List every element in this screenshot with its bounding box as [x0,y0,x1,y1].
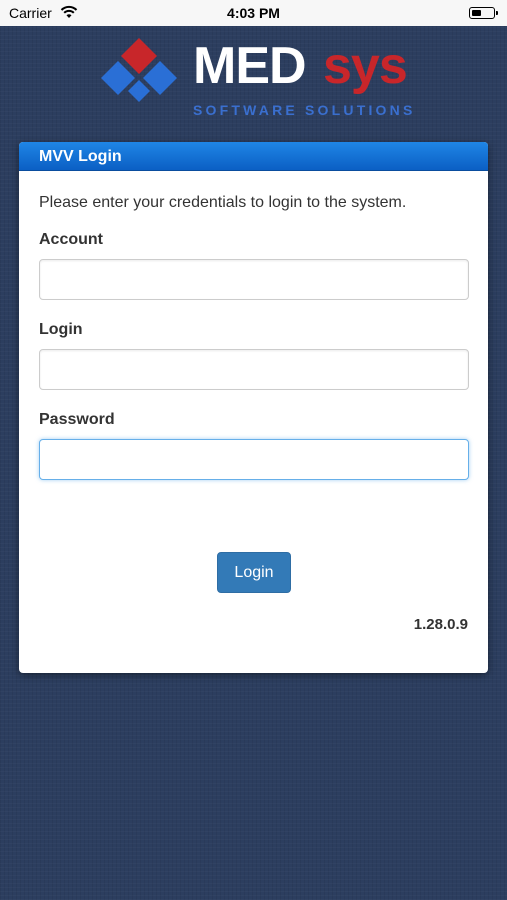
battery-icon [469,7,498,19]
login-input[interactable] [39,349,469,390]
version-label: 1.28.0.9 [413,616,468,633]
logo-text-med: MED [193,37,307,95]
panel-title: MVV Login [19,142,488,171]
intro-text: Please enter your credentials to login t… [39,194,407,211]
password-label: Password [39,411,115,428]
login-panel: MVV Login Please enter your credentials … [19,142,488,673]
medsys-logo: MED sys SOFTWARE SOLUTIONS [98,36,418,122]
login-label: Login [39,321,83,338]
status-bar: Carrier 4:03 PM [0,0,507,26]
account-label: Account [39,231,103,248]
account-input[interactable] [39,259,469,300]
battery-level [471,9,481,16]
login-button[interactable]: Login [217,552,291,593]
logo-diamonds-icon [101,38,177,102]
logo-text-sys: sys [323,37,408,95]
logo-tagline: SOFTWARE SOLUTIONS [193,102,416,118]
password-input[interactable] [39,439,469,480]
status-time: 4:03 PM [227,5,280,21]
